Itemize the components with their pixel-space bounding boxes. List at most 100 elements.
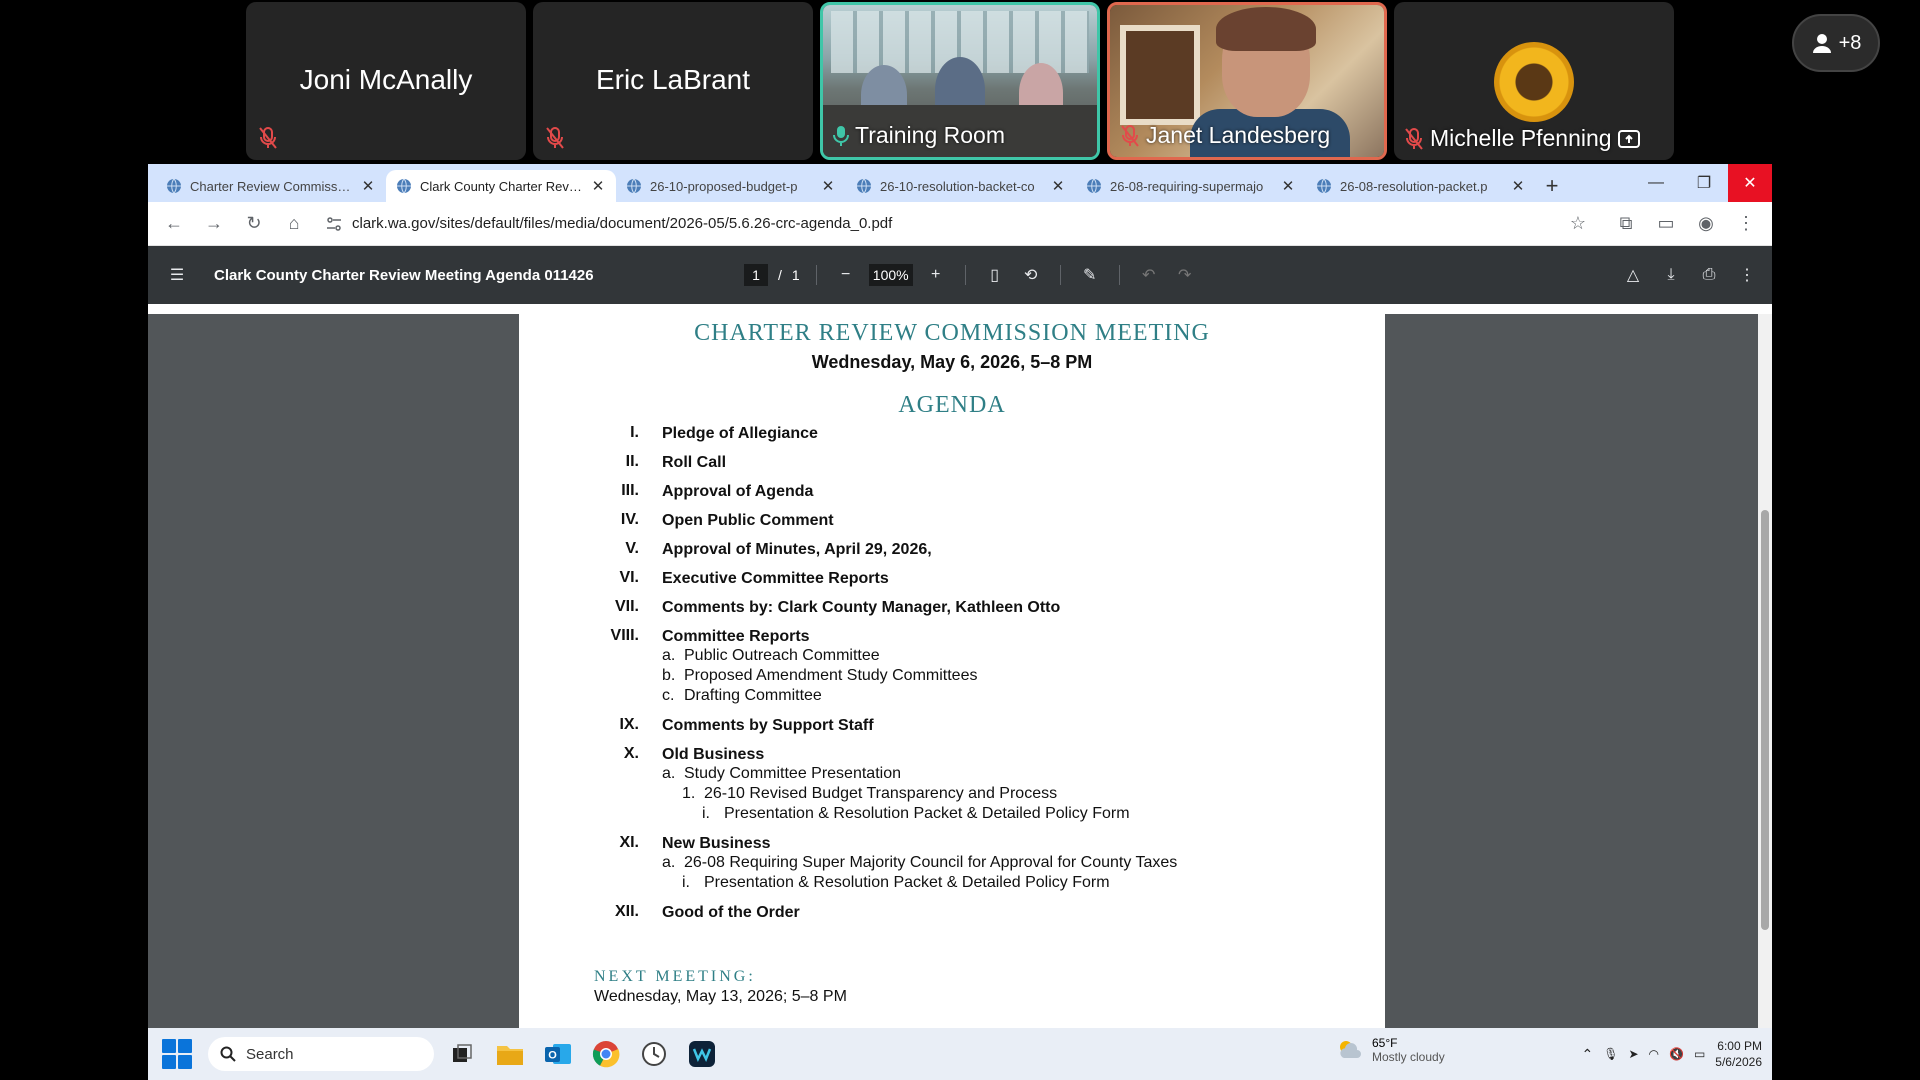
new-tab-button[interactable]: +: [1536, 170, 1568, 202]
reload-icon[interactable]: ↻: [236, 206, 272, 242]
file-explorer-icon[interactable]: [490, 1034, 530, 1074]
zoom-out-icon[interactable]: −: [833, 262, 859, 288]
browser-menu-icon[interactable]: ⋮: [1728, 206, 1764, 242]
participant-tile[interactable]: Michelle Pfenning: [1394, 2, 1674, 160]
browser-tab[interactable]: 26-10-resolution-backet-co ✕: [846, 170, 1076, 202]
weather-temp: 65°F: [1372, 1036, 1398, 1050]
site-settings-icon[interactable]: [326, 216, 342, 232]
close-window-icon[interactable]: ✕: [1728, 164, 1772, 202]
taskbar-clock[interactable]: 6:00 PM 5/6/2026: [1715, 1038, 1762, 1070]
location-icon[interactable]: ➤: [1628, 1047, 1638, 1061]
agenda-number: X.: [623, 745, 639, 762]
annotate-pen-icon[interactable]: ✎: [1077, 262, 1103, 288]
agenda-number: III.: [621, 482, 639, 499]
agenda-item: X. Old Business a. Study Committee Present…: [559, 745, 1345, 824]
agenda-item: IX. Comments by Support Staff: [559, 716, 1345, 735]
participant-label: Training Room: [833, 122, 1005, 149]
more-participants-button[interactable]: +8: [1792, 14, 1880, 72]
tab-close-icon[interactable]: ✕: [590, 177, 606, 195]
drive-save-icon[interactable]: △: [1620, 262, 1646, 288]
forward-icon[interactable]: →: [196, 206, 232, 242]
browser-tab[interactable]: 26-08-resolution-packet.p ✕: [1306, 170, 1536, 202]
person-icon: [1812, 34, 1831, 53]
subitem-text: Study Committee Presentation: [684, 765, 901, 782]
subitem-text: 26-08 Requiring Super Majority Council f…: [684, 854, 1178, 871]
pdf-document-title: Clark County Charter Review Meeting Agen…: [214, 266, 594, 284]
address-bar[interactable]: clark.wa.gov/sites/default/files/media/d…: [316, 206, 1596, 241]
zoom-in-icon[interactable]: +: [923, 262, 949, 288]
tab-close-icon[interactable]: ✕: [360, 177, 376, 195]
tab-close-icon[interactable]: ✕: [1510, 177, 1526, 195]
search-icon: [220, 1046, 236, 1062]
redo-icon[interactable]: ↷: [1172, 262, 1198, 288]
zoom-level-input[interactable]: 100%: [868, 264, 913, 286]
browser-tab-active[interactable]: Clark County Charter Review ✕: [386, 170, 616, 202]
globe-icon: [1087, 178, 1101, 194]
participant-tile[interactable]: Janet Landesberg: [1107, 2, 1387, 160]
chrome-icon[interactable]: [586, 1034, 626, 1074]
subitem-marker: i.: [702, 805, 710, 822]
download-icon[interactable]: ⤓: [1658, 262, 1684, 288]
mic-muted-icon: [1121, 124, 1139, 147]
webex-icon[interactable]: [682, 1034, 722, 1074]
participant-tile-active-speaker[interactable]: Training Room: [820, 2, 1100, 160]
url-text: clark.wa.gov/sites/default/files/media/d…: [352, 215, 893, 232]
tab-close-icon[interactable]: ✕: [1280, 177, 1296, 195]
browser-toolbar: ← → ↻ ⌂ clark.wa.gov/sites/default/files…: [148, 202, 1772, 246]
tab-close-icon[interactable]: ✕: [1050, 177, 1066, 195]
taskbar-search-box[interactable]: Search: [208, 1037, 434, 1071]
battery-icon[interactable]: ▭: [1694, 1047, 1705, 1061]
back-icon[interactable]: ←: [156, 206, 192, 242]
pdf-more-icon[interactable]: ⋮: [1734, 262, 1760, 288]
task-view-icon[interactable]: [442, 1034, 482, 1074]
agenda-label: Approval of Minutes, April 29, 2026,: [662, 541, 932, 558]
scroll-thumb[interactable]: [1761, 510, 1769, 930]
more-participants-count: +8: [1838, 31, 1862, 54]
minimize-icon[interactable]: —: [1632, 164, 1680, 202]
agenda-label: Comments by: Clark County Manager, Kathl…: [662, 599, 1061, 616]
print-icon[interactable]: ⎙: [1696, 262, 1722, 288]
clock-app-icon[interactable]: [634, 1034, 674, 1074]
agenda-label: Open Public Comment: [662, 512, 834, 529]
page-number-input[interactable]: 1: [744, 264, 768, 286]
agenda-item: XI. New Business a. 26-08 Requiring Super …: [559, 834, 1345, 893]
globe-icon: [627, 178, 641, 194]
agenda-subitem: a. Study Committee Presentation: [662, 764, 1345, 784]
wifi-icon[interactable]: ◠: [1649, 1047, 1659, 1061]
browser-tab[interactable]: Charter Review Commission ✕: [156, 170, 386, 202]
subitem-marker: 1.: [682, 785, 696, 802]
tab-close-icon[interactable]: ✕: [820, 177, 836, 195]
rotate-icon[interactable]: ⟲: [1018, 262, 1044, 288]
pdf-sidebar-menu-icon[interactable]: ☰: [164, 262, 190, 288]
participant-tile[interactable]: Eric LaBrant: [533, 2, 813, 160]
subitem-text: Presentation & Resolution Packet & Detai…: [704, 874, 1110, 891]
outlook-icon[interactable]: O: [538, 1034, 578, 1074]
mic-muted-tray-icon[interactable]: 🎙: [1603, 1047, 1618, 1061]
extensions-icon[interactable]: ⧉: [1608, 206, 1644, 242]
weather-widget[interactable]: 65°F Mostly cloudy: [1336, 1036, 1445, 1064]
cast-icon[interactable]: ▭: [1648, 206, 1684, 242]
pdf-viewport[interactable]: CHARTER REVIEW COMMISSION MEETING Wednes…: [148, 314, 1772, 1030]
fit-page-icon[interactable]: ▯: [982, 262, 1008, 288]
mic-muted-icon: [259, 127, 277, 149]
agenda-subitem: i. Presentation & Resolution Packet & Det…: [662, 873, 1345, 893]
agenda-subitem: 1. 26-10 Revised Budget Transparency and …: [662, 784, 1345, 804]
restore-icon[interactable]: ❐: [1680, 164, 1728, 202]
windows-start-icon[interactable]: [162, 1039, 192, 1069]
browser-tab[interactable]: 26-08-requiring-supermajo ✕: [1076, 170, 1306, 202]
agenda-label: New Business: [662, 835, 771, 852]
bookmark-star-icon[interactable]: ☆: [1570, 213, 1586, 234]
agenda-label: Old Business: [662, 746, 765, 763]
chevron-up-icon[interactable]: ⌃: [1581, 1046, 1593, 1063]
profile-icon[interactable]: ◉: [1688, 206, 1724, 242]
participant-name: Janet Landesberg: [1146, 122, 1331, 148]
undo-icon[interactable]: ↶: [1136, 262, 1162, 288]
pdf-scrollbar[interactable]: [1758, 314, 1772, 1030]
agenda-number: II.: [625, 453, 639, 470]
participant-tile[interactable]: Joni McAnally: [246, 2, 526, 160]
home-icon[interactable]: ⌂: [276, 206, 312, 242]
speaker-muted-icon[interactable]: 🔇: [1669, 1047, 1684, 1061]
agenda-subitem: b. Proposed Amendment Study Committees: [662, 666, 1345, 686]
tab-title: 26-08-resolution-packet.p: [1340, 178, 1488, 194]
browser-tab[interactable]: 26-10-proposed-budget-p ✕: [616, 170, 846, 202]
